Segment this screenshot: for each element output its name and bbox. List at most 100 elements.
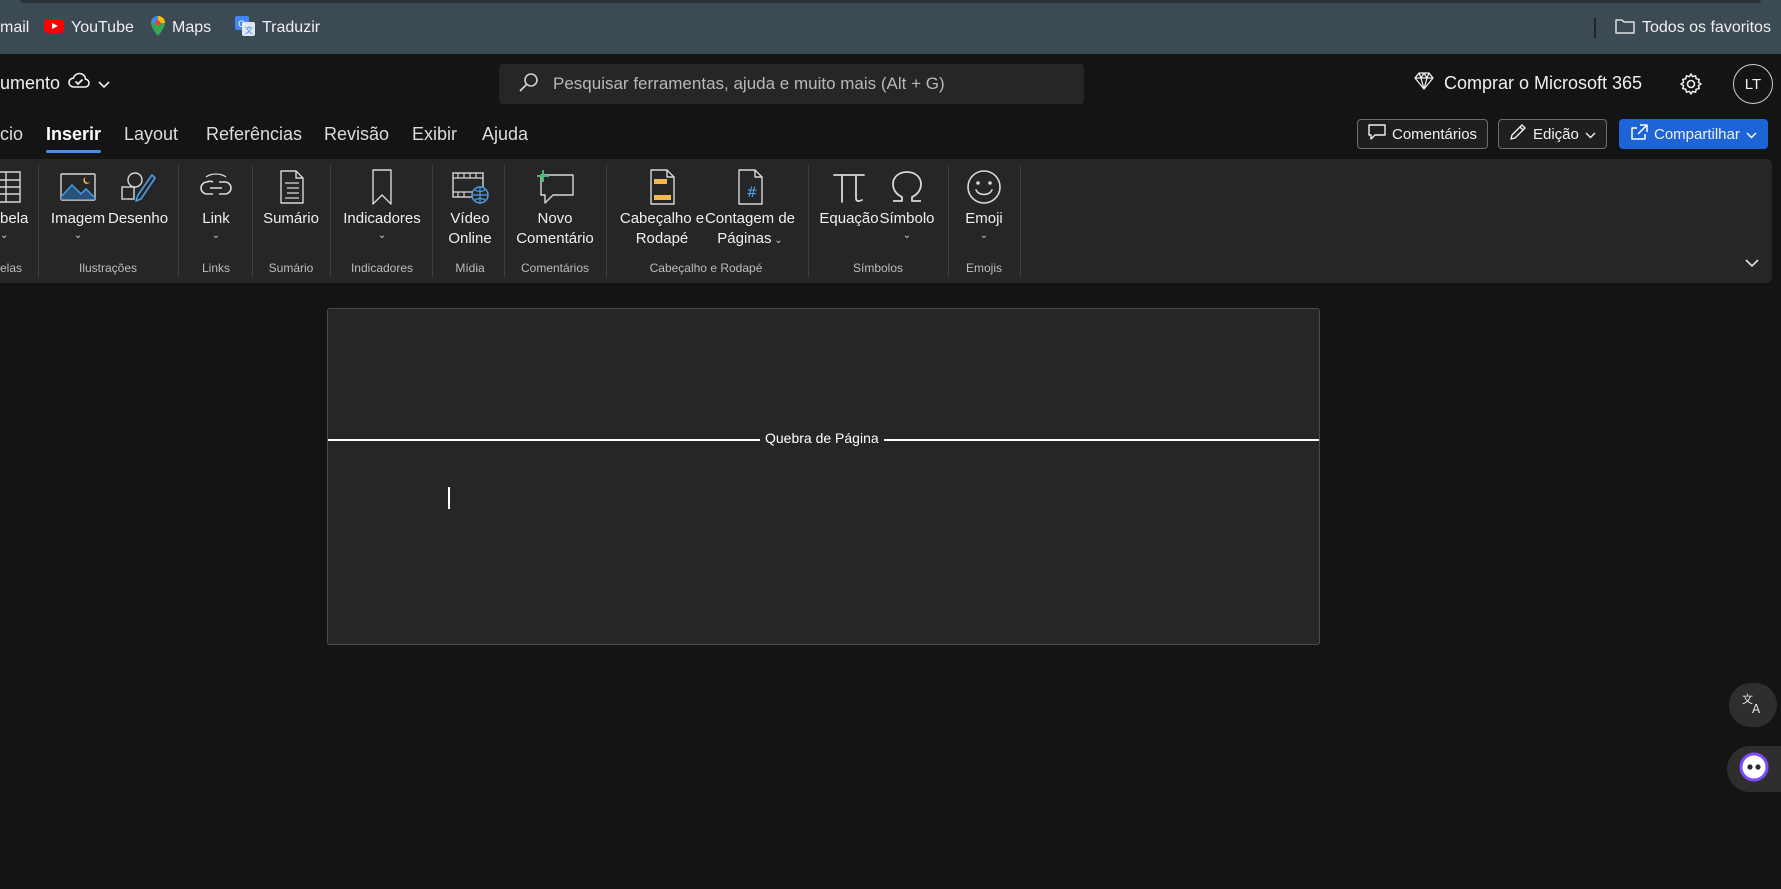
- group-label-header-footer: Cabeçalho e Rodapé: [649, 261, 763, 275]
- table-of-contents-button[interactable]: Sumário: [258, 169, 324, 229]
- pencil-icon: [1509, 123, 1527, 145]
- image-icon: [60, 173, 96, 201]
- drawing-icon: [121, 172, 156, 202]
- share-button[interactable]: Compartilhar: [1619, 119, 1768, 149]
- tab-layout[interactable]: Layout: [124, 124, 178, 145]
- group-divider: [504, 165, 505, 277]
- tab-review[interactable]: Revisão: [324, 124, 389, 145]
- chevron-down-icon[interactable]: [98, 73, 110, 94]
- emoji-button[interactable]: Emoji ⌄: [954, 169, 1014, 243]
- bookmarks-separator: [1594, 18, 1596, 38]
- header-footer-button[interactable]: Cabeçalho e Rodapé: [614, 169, 710, 249]
- group-label-illustrations: Ilustrações: [78, 261, 138, 275]
- tab-references[interactable]: Referências: [206, 124, 302, 145]
- bookmark-translate[interactable]: G文 Traduzir: [235, 15, 320, 41]
- image-button[interactable]: Imagem ⌄: [48, 169, 108, 243]
- tab-view[interactable]: Exibir: [412, 124, 457, 145]
- group-label-tables: elas: [0, 261, 23, 275]
- tab-insert[interactable]: Inserir: [46, 124, 102, 153]
- group-divider: [178, 165, 179, 277]
- folder-icon: [1615, 18, 1635, 39]
- svg-text:A: A: [1752, 702, 1761, 715]
- chevron-down-icon: ⌄: [377, 230, 387, 241]
- browser-frame-edge: [20, 0, 1761, 3]
- table-of-contents-icon: [280, 170, 304, 204]
- assistant-floating-button[interactable]: [1727, 746, 1781, 792]
- group-label-toc: Sumário: [268, 261, 314, 275]
- group-divider: [38, 165, 39, 277]
- link-button[interactable]: Link ⌄: [186, 169, 246, 243]
- search-placeholder: Pesquisar ferramentas, ajuda e muito mai…: [553, 74, 945, 93]
- page-number-button[interactable]: # Contagem de Páginas ⌄: [702, 169, 798, 249]
- group-label-emojis: Emojis: [965, 261, 1002, 275]
- bookmark-button[interactable]: Indicadores ⌄: [338, 169, 426, 243]
- online-video-icon: [452, 172, 489, 204]
- document-page[interactable]: Quebra de Página: [327, 308, 1320, 645]
- svg-text:文: 文: [245, 25, 253, 35]
- tab-home[interactable]: cio: [0, 124, 23, 145]
- app-titlebar: umento Pesquisar ferramentas, ajuda e mu…: [0, 54, 1781, 116]
- maps-pin-icon: [151, 15, 165, 41]
- header-footer-icon: [650, 169, 675, 205]
- symbol-button[interactable]: Símbolo ⌄: [874, 169, 940, 243]
- group-divider: [252, 165, 253, 277]
- chevron-down-icon: ⌄: [979, 230, 989, 241]
- pi-icon: [833, 174, 865, 203]
- omega-icon: [892, 171, 922, 202]
- bookmarks-bar: mail YouTube Maps G文 Traduzir Todos os f…: [0, 0, 1781, 54]
- user-avatar[interactable]: LT: [1733, 64, 1773, 104]
- equation-button[interactable]: Equação: [816, 169, 882, 229]
- buy-microsoft-365-button[interactable]: Comprar o Microsoft 365: [1414, 72, 1642, 95]
- new-comment-button[interactable]: Novo Comentário: [510, 169, 600, 249]
- bookmark-youtube[interactable]: YouTube: [44, 16, 134, 40]
- group-divider: [432, 165, 433, 277]
- share-icon: [1630, 124, 1648, 144]
- bookmark-gmail[interactable]: mail: [0, 16, 29, 40]
- page-number-icon: #: [738, 169, 763, 205]
- translate-icon: G文: [235, 15, 255, 41]
- group-label-symbols: Símbolos: [852, 261, 904, 275]
- table-button[interactable]: bela ⌄: [0, 169, 28, 243]
- tab-help[interactable]: Ajuda: [482, 124, 528, 145]
- cloud-saved-icon: [68, 72, 90, 95]
- robot-face-icon: [1739, 752, 1769, 787]
- youtube-icon: [44, 18, 64, 38]
- group-divider: [330, 165, 331, 277]
- group-label-comments: Comentários: [520, 261, 590, 275]
- diamond-icon: [1414, 72, 1434, 95]
- insert-ribbon: bela ⌄ elas Imagem ⌄ Desenho Ilustrações…: [0, 159, 1772, 283]
- bookmark-maps[interactable]: Maps: [151, 15, 211, 41]
- translate-floating-button[interactable]: 文A: [1729, 683, 1777, 727]
- table-icon: [0, 171, 21, 203]
- bookmark-icon: [372, 169, 392, 205]
- document-name[interactable]: umento: [0, 72, 110, 95]
- chevron-down-icon: ⌄: [771, 235, 783, 246]
- settings-gear-icon[interactable]: [1679, 72, 1703, 96]
- chevron-down-icon: ⌄: [902, 230, 912, 241]
- group-label-media: Mídia: [455, 261, 485, 275]
- svg-text:#: #: [746, 185, 758, 201]
- comments-button[interactable]: Comentários: [1357, 119, 1489, 149]
- drawing-button[interactable]: Desenho: [108, 169, 168, 229]
- chevron-down-icon: ⌄: [211, 230, 221, 241]
- all-favorites-folder[interactable]: Todos os favoritos: [1615, 16, 1771, 40]
- new-comment-icon: [537, 170, 574, 204]
- search-box[interactable]: Pesquisar ferramentas, ajuda e muito mai…: [499, 64, 1084, 104]
- svg-text:G: G: [238, 20, 245, 30]
- chevron-down-icon: ⌄: [73, 230, 83, 241]
- group-divider: [606, 165, 607, 277]
- group-divider: [948, 165, 949, 277]
- comment-icon: [1368, 124, 1386, 144]
- group-label-bookmarks: Indicadores: [350, 261, 414, 275]
- group-divider: [808, 165, 809, 277]
- ribbon-expand-chevron-icon[interactable]: [1744, 255, 1760, 271]
- editing-mode-button[interactable]: Edição: [1498, 119, 1607, 149]
- group-divider: [1020, 165, 1021, 277]
- chevron-down-icon: [1585, 126, 1596, 143]
- online-video-button[interactable]: Vídeo Online: [440, 169, 500, 249]
- smiley-icon: [967, 170, 1001, 204]
- page-break-label: Quebra de Página: [760, 430, 884, 446]
- translate-icon: 文A: [1741, 691, 1765, 720]
- ribbon-tabs: cio Inserir Layout Referências Revisão E…: [0, 116, 1781, 158]
- search-icon: [519, 72, 539, 97]
